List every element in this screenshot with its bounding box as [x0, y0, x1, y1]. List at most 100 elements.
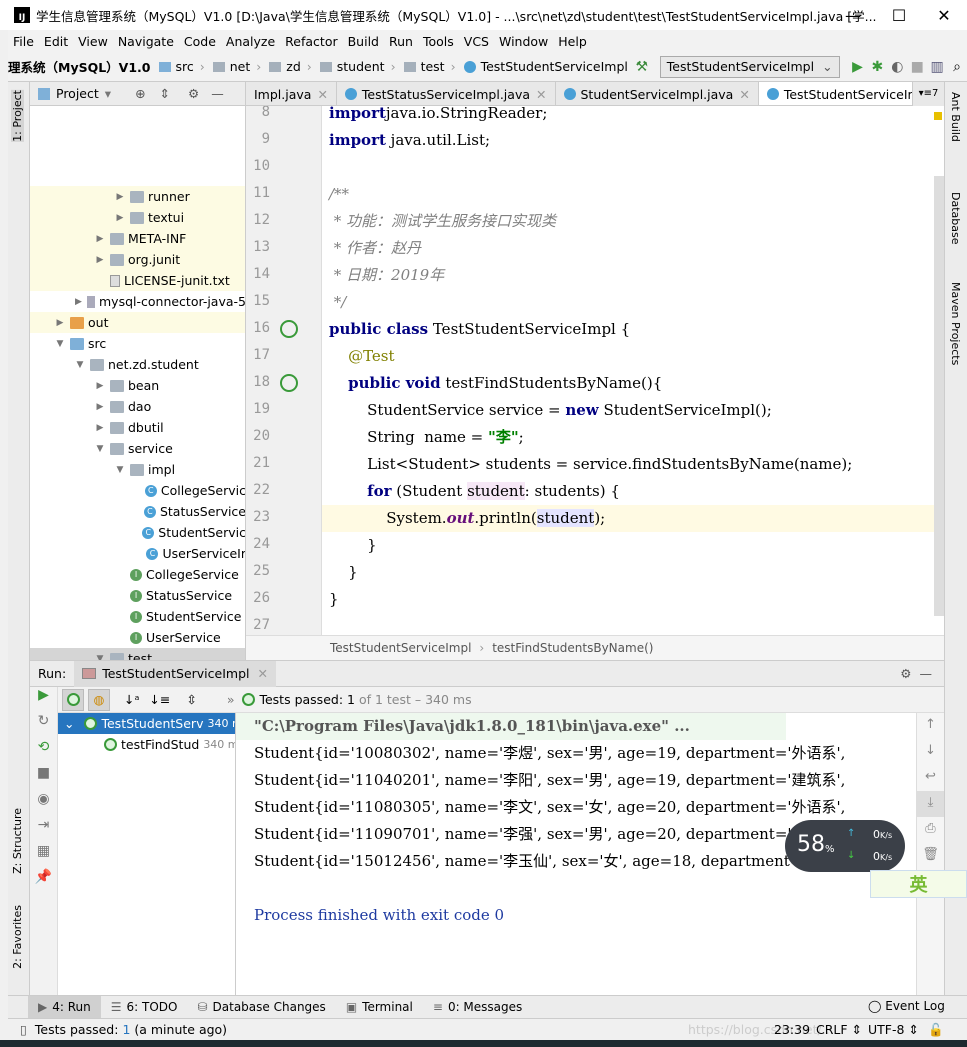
menu-help[interactable]: Help: [553, 34, 592, 49]
chevron-right-icon[interactable]: ▶: [54, 318, 66, 328]
tree-item[interactable]: ▼ service: [30, 438, 245, 459]
favorites-tool-button[interactable]: 2: Favorites: [11, 905, 24, 969]
chevron-down-icon[interactable]: ▼: [54, 339, 66, 349]
pin-icon[interactable]: 📌: [30, 869, 57, 895]
export-icon[interactable]: ⇥: [30, 817, 57, 843]
rerun-icon[interactable]: ▶: [30, 687, 57, 713]
tree-item[interactable]: ▶ dbutil: [30, 417, 245, 438]
chevron-down-icon[interactable]: ▼: [74, 360, 86, 370]
chevron-right-icon[interactable]: ▶: [114, 213, 126, 223]
tree-item[interactable]: ▼ src: [30, 333, 245, 354]
chevron-right-icon[interactable]: ▶: [114, 192, 126, 202]
nav-file[interactable]: TestStudentServiceImpl: [460, 59, 632, 74]
tree-item[interactable]: ▶ bean: [30, 375, 245, 396]
warning-marker-icon[interactable]: [934, 112, 942, 120]
tree-item[interactable]: ▶ dao: [30, 396, 245, 417]
tree-item[interactable]: C StatusService: [30, 501, 245, 522]
chevron-down-icon[interactable]: ⌄: [64, 716, 74, 731]
down-arrow-icon[interactable]: ↓: [917, 739, 944, 765]
encoding-select[interactable]: UTF-8 ⇕: [868, 1022, 919, 1037]
project-tool-button[interactable]: 1: Project: [11, 90, 24, 142]
document-icon[interactable]: ▯: [20, 1022, 27, 1037]
tree-item[interactable]: I CollegeService: [30, 564, 245, 585]
debug-icon[interactable]: ✱: [867, 59, 887, 75]
nav-crumb[interactable]: net ›: [209, 59, 266, 74]
show-ignored-button[interactable]: ◍: [88, 688, 110, 711]
code-editor[interactable]: 8 9 10 11 12 13 14 15 16 17 18 19 20 21 22 23 24 25 26 27 i…: [246, 106, 944, 635]
close-tab-icon[interactable]: ✕: [536, 87, 546, 102]
run-tab[interactable]: TestStudentServiceImpl ✕: [74, 660, 276, 687]
menu-file[interactable]: File: [8, 34, 39, 49]
tree-item[interactable]: ▶ mysql-connector-java-5: [30, 291, 245, 312]
sort-alpha-icon[interactable]: ↓ᵃ: [124, 692, 139, 707]
chevron-right-icon[interactable]: ▶: [94, 423, 106, 433]
breadcrumb-method[interactable]: testFindStudentsByName(): [492, 641, 653, 655]
tabs-overflow-button[interactable]: ▾≡7: [912, 82, 944, 106]
run-icon[interactable]: ▶: [848, 59, 868, 75]
run-config-select[interactable]: TestStudentServiceImpl ⌄: [659, 55, 840, 78]
tree-item[interactable]: ▼ net.zd.student: [30, 354, 245, 375]
tree-item[interactable]: LICENSE-junit.txt: [30, 270, 245, 291]
chevron-right-icon[interactable]: ▶: [94, 402, 106, 412]
line-separator-select[interactable]: CRLF ⇕: [816, 1022, 862, 1037]
tool-window-messages[interactable]: ≡ 0: Messages: [423, 996, 532, 1019]
test-tree-item[interactable]: ⌄ TestStudentServ340 ms: [58, 713, 235, 734]
database-tool-button[interactable]: Database: [949, 192, 962, 245]
chevron-down-icon[interactable]: ▼: [94, 444, 106, 454]
more-icon[interactable]: »: [227, 692, 235, 707]
breadcrumb-class[interactable]: TestStudentServiceImpl: [330, 641, 471, 655]
coverage-icon[interactable]: ◐: [887, 59, 907, 75]
gear-icon[interactable]: ⚙: [900, 666, 911, 681]
snapshot-icon[interactable]: ◉: [30, 791, 57, 817]
tree-item[interactable]: I StatusService: [30, 585, 245, 606]
tree-item[interactable]: C StudentServic: [30, 522, 245, 543]
tree-item[interactable]: ▶ out: [30, 312, 245, 333]
up-arrow-icon[interactable]: ↑: [917, 713, 944, 739]
soft-wrap-icon[interactable]: ↩: [917, 765, 944, 791]
menu-view[interactable]: View: [73, 34, 113, 49]
chevron-down-icon[interactable]: ▼: [114, 465, 126, 475]
chevron-right-icon[interactable]: ▶: [74, 297, 83, 307]
stop-icon[interactable]: ■: [30, 765, 57, 791]
tool-window-terminal[interactable]: ▣ Terminal: [336, 996, 423, 1019]
menu-build[interactable]: Build: [343, 34, 384, 49]
run-gutter-icon[interactable]: [280, 320, 298, 338]
ime-indicator[interactable]: 英: [870, 870, 967, 898]
menu-window[interactable]: Window: [494, 34, 553, 49]
ant-build-tool-button[interactable]: Ant Build: [949, 92, 962, 142]
tree-item[interactable]: ▼ test: [30, 648, 245, 660]
layout-icon[interactable]: ▦: [30, 843, 57, 869]
nav-crumb[interactable]: test ›: [400, 59, 460, 74]
maximize-button[interactable]: ☐: [876, 0, 922, 30]
menu-vcs[interactable]: VCS: [459, 34, 494, 49]
tree-item[interactable]: I StudentService: [30, 606, 245, 627]
close-tab-icon[interactable]: ✕: [257, 666, 267, 681]
tree-item[interactable]: ▼ impl: [30, 459, 245, 480]
run-gutter-icon[interactable]: [280, 374, 298, 392]
nav-crumb[interactable]: src ›: [155, 59, 209, 74]
tree-item[interactable]: ▶ org.junit: [30, 249, 245, 270]
search-icon[interactable]: ⌕: [947, 59, 967, 75]
print-icon[interactable]: ⎙: [917, 817, 944, 843]
nav-crumb[interactable]: student ›: [316, 59, 400, 74]
menu-run[interactable]: Run: [384, 34, 418, 49]
editor-tab[interactable]: StudentServiceImpl.java ✕: [556, 82, 759, 105]
stop-icon[interactable]: ■: [907, 59, 927, 75]
tool-window-todo[interactable]: ☰ 6: TODO: [101, 996, 188, 1019]
test-tree-item[interactable]: testFindStud340 ms: [58, 734, 235, 755]
event-log-button[interactable]: ◯ Event Log: [868, 995, 945, 1018]
editor-tab[interactable]: Impl.java ✕: [246, 82, 337, 105]
chevron-right-icon[interactable]: ▶: [94, 234, 106, 244]
trash-icon[interactable]: 🗑: [917, 843, 944, 869]
maven-tool-button[interactable]: Maven Projects: [949, 282, 962, 365]
editor-scrollbar[interactable]: [934, 176, 944, 616]
lock-icon[interactable]: 🔓: [928, 1022, 944, 1038]
editor-tab[interactable]: TestStatusServiceImpl.java ✕: [337, 82, 556, 105]
hide-icon[interactable]: —: [920, 666, 933, 681]
close-button[interactable]: ✕: [921, 0, 967, 30]
menu-analyze[interactable]: Analyze: [221, 34, 280, 49]
sort-duration-icon[interactable]: ↓≡: [149, 692, 170, 707]
menu-code[interactable]: Code: [179, 34, 221, 49]
chevron-right-icon[interactable]: ▶: [94, 381, 106, 391]
rerun-failed-icon[interactable]: ↻: [30, 713, 57, 739]
